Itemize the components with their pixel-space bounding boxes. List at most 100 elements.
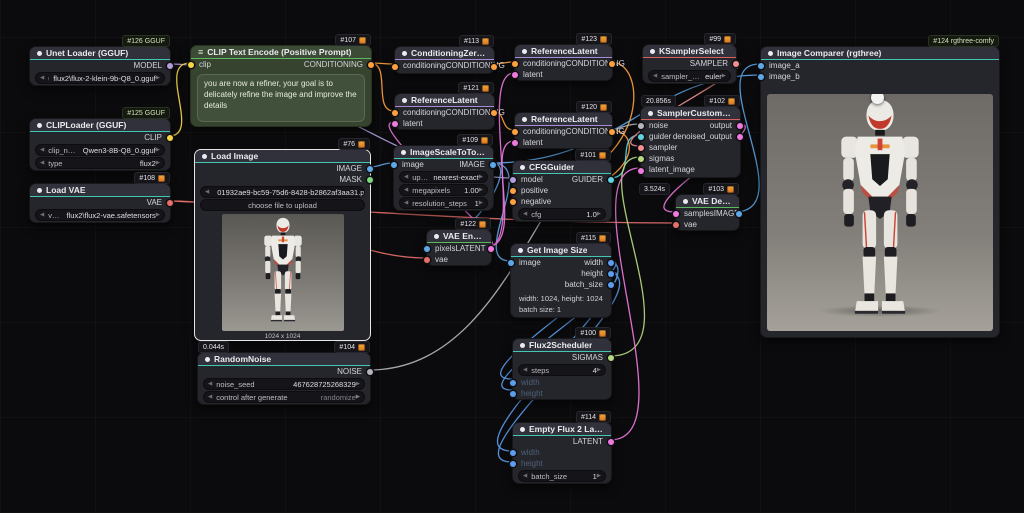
- input-port-positive[interactable]: [510, 188, 516, 194]
- input-port-sigmas[interactable]: [638, 156, 644, 162]
- collapse-dot-icon[interactable]: [522, 117, 527, 122]
- input-port-conditioning[interactable]: [392, 110, 398, 116]
- output-port-clip[interactable]: [167, 135, 173, 141]
- output-port-sigmas[interactable]: [608, 355, 614, 361]
- node-load-vae[interactable]: #108 Load VAE VAE ◀vae_na ...flux2\flux2…: [29, 183, 171, 223]
- output-port-vae[interactable]: [167, 200, 173, 206]
- arrow-right-icon[interactable]: ▶: [597, 211, 601, 217]
- collapse-dot-icon[interactable]: [520, 343, 525, 348]
- cfg-widget[interactable]: ◀cfg1.0▶: [518, 208, 606, 220]
- arrow-left-icon[interactable]: ◀: [523, 211, 527, 217]
- collapse-dot-icon[interactable]: [37, 51, 42, 56]
- collapse-dot-icon[interactable]: [401, 150, 406, 155]
- input-port-image-a[interactable]: [758, 63, 764, 69]
- node-vae-encode[interactable]: #122 VAE Enco... pixelsLATENT vae: [426, 229, 492, 266]
- input-port-width[interactable]: [510, 450, 516, 456]
- collapse-dot-icon[interactable]: [402, 51, 407, 56]
- arrow-left-icon[interactable]: ◀: [653, 73, 657, 79]
- arrow-right-icon[interactable]: ▶: [356, 381, 360, 387]
- arrow-left-icon[interactable]: ◀: [404, 174, 408, 180]
- resolution-steps-widget[interactable]: ◀resolution_steps1▶: [399, 197, 488, 209]
- node-reference-latent-123[interactable]: #123 ReferenceLatent conditioningCONDITI…: [514, 44, 613, 81]
- noise-seed-widget[interactable]: ◀noise_seed467628725268329▶: [203, 378, 365, 390]
- control-after-generate-widget[interactable]: ◀control after generaterandomize▶: [203, 391, 365, 403]
- collapse-dot-icon[interactable]: [205, 357, 210, 362]
- output-port-batch-size[interactable]: [608, 282, 614, 288]
- node-load-image[interactable]: #76 Load Image IMAGE MASK ◀i ...01932ae9…: [194, 149, 371, 341]
- input-port-vae[interactable]: [673, 222, 679, 228]
- collapse-dot-icon[interactable]: [648, 111, 653, 116]
- input-port-pixels[interactable]: [424, 246, 430, 252]
- node-empty-flux2-latent[interactable]: #114 Empty Flux 2 Latent LATENT width he…: [512, 422, 612, 484]
- node-flux2-scheduler[interactable]: #100 Flux2Scheduler SIGMAS ◀steps4▶ widt…: [512, 338, 612, 400]
- arrow-right-icon[interactable]: ▶: [597, 367, 601, 373]
- input-port-height[interactable]: [510, 391, 516, 397]
- node-ksampler-select[interactable]: #99 KSamplerSelect SAMPLER ◀sampler_name…: [642, 44, 737, 84]
- output-port-latent[interactable]: [488, 246, 494, 252]
- node-reference-latent-120[interactable]: #120 ReferenceLatent conditioningCONDITI…: [514, 112, 613, 149]
- input-port-samples[interactable]: [673, 211, 679, 217]
- input-port-conditioning[interactable]: [512, 129, 518, 135]
- comparer-image[interactable]: [767, 94, 993, 331]
- output-port-image[interactable]: [490, 162, 496, 168]
- output-port-mask[interactable]: [367, 177, 373, 183]
- arrow-left-icon[interactable]: ◀: [404, 200, 408, 206]
- unet-name-widget[interactable]: ◀un ...flux2\flux-2-klein-9b-Q8_0.gguf▶: [35, 72, 165, 84]
- upload-button[interactable]: choose file to upload: [200, 199, 365, 211]
- arrow-left-icon[interactable]: ◀: [40, 75, 44, 81]
- megapixels-widget[interactable]: ◀megapixels1.00▶: [399, 184, 488, 196]
- arrow-right-icon[interactable]: ▶: [722, 73, 726, 79]
- vae-name-widget[interactable]: ◀vae_na ...flux2\flux2-vae.safetensors▶: [35, 209, 165, 221]
- node-conditioning-zero-out[interactable]: #113 ConditioningZeroOut conditioningCON…: [394, 46, 495, 74]
- input-port-negative[interactable]: [510, 199, 516, 205]
- node-graph-canvas[interactable]: #126 GGUF Unet Loader (GGUF) MODEL ◀un .…: [0, 0, 1024, 513]
- input-port-latent[interactable]: [512, 140, 518, 146]
- arrow-left-icon[interactable]: ◀: [523, 367, 527, 373]
- collapse-dot-icon[interactable]: [768, 51, 773, 56]
- output-port-width[interactable]: [608, 260, 614, 266]
- node-cfg-guider[interactable]: #101 CFGGuider modelGUIDER positive nega…: [512, 160, 612, 222]
- input-port-conditioning[interactable]: [512, 61, 518, 67]
- sampler-name-widget[interactable]: ◀sampler_nameeuler▶: [648, 70, 731, 82]
- input-port-clip[interactable]: [188, 62, 194, 68]
- image-file-widget[interactable]: ◀i ...01932ae9-bc59-75d6-8428-b2862af3aa…: [200, 186, 365, 198]
- output-port-conditioning[interactable]: [609, 61, 615, 67]
- output-port-image[interactable]: [367, 166, 373, 172]
- output-port-conditioning[interactable]: [491, 110, 497, 116]
- output-port-conditioning[interactable]: [368, 62, 374, 68]
- arrow-right-icon[interactable]: ▶: [356, 394, 360, 400]
- input-port-width[interactable]: [510, 380, 516, 386]
- arrow-left-icon[interactable]: ◀: [208, 381, 212, 387]
- arrow-right-icon[interactable]: ▶: [479, 174, 483, 180]
- input-port-height[interactable]: [510, 461, 516, 467]
- collapse-dot-icon[interactable]: [683, 199, 688, 204]
- arrow-left-icon[interactable]: ◀: [40, 160, 44, 166]
- arrow-left-icon[interactable]: ◀: [523, 473, 527, 479]
- steps-widget[interactable]: ◀steps4▶: [518, 364, 606, 376]
- input-port-latent-image[interactable]: [638, 168, 644, 174]
- collapse-dot-icon[interactable]: [37, 123, 42, 128]
- input-port-noise[interactable]: [638, 123, 644, 129]
- arrow-left-icon[interactable]: ◀: [205, 189, 209, 195]
- node-unet-loader[interactable]: #126 GGUF Unet Loader (GGUF) MODEL ◀un .…: [29, 46, 171, 86]
- arrow-right-icon[interactable]: ▶: [597, 473, 601, 479]
- collapse-dot-icon[interactable]: [37, 188, 42, 193]
- output-port-denoised-output[interactable]: [737, 134, 743, 140]
- input-port-latent[interactable]: [392, 121, 398, 127]
- collapse-dot-icon[interactable]: [520, 427, 525, 432]
- upscale-method-widget[interactable]: ◀upsc ...nearest-exact▶: [399, 171, 488, 183]
- input-port-sampler[interactable]: [638, 145, 644, 151]
- collapse-dot-icon[interactable]: [522, 49, 527, 54]
- arrow-right-icon[interactable]: ▶: [156, 75, 160, 81]
- output-port-conditioning[interactable]: [609, 129, 615, 135]
- input-port-vae[interactable]: [424, 257, 430, 263]
- input-port-conditioning[interactable]: [392, 64, 398, 70]
- output-port-model[interactable]: [167, 63, 173, 69]
- collapse-dot-icon[interactable]: [434, 234, 439, 239]
- prompt-textarea[interactable]: you are now a refiner, your goal is to d…: [197, 74, 365, 122]
- arrow-right-icon[interactable]: ▶: [156, 147, 160, 153]
- node-get-image-size[interactable]: #115 Get Image Size imagewidth height ba…: [510, 243, 612, 318]
- type-widget[interactable]: ◀typeflux2▶: [35, 157, 165, 169]
- input-port-image[interactable]: [508, 260, 514, 266]
- arrow-left-icon[interactable]: ◀: [208, 394, 212, 400]
